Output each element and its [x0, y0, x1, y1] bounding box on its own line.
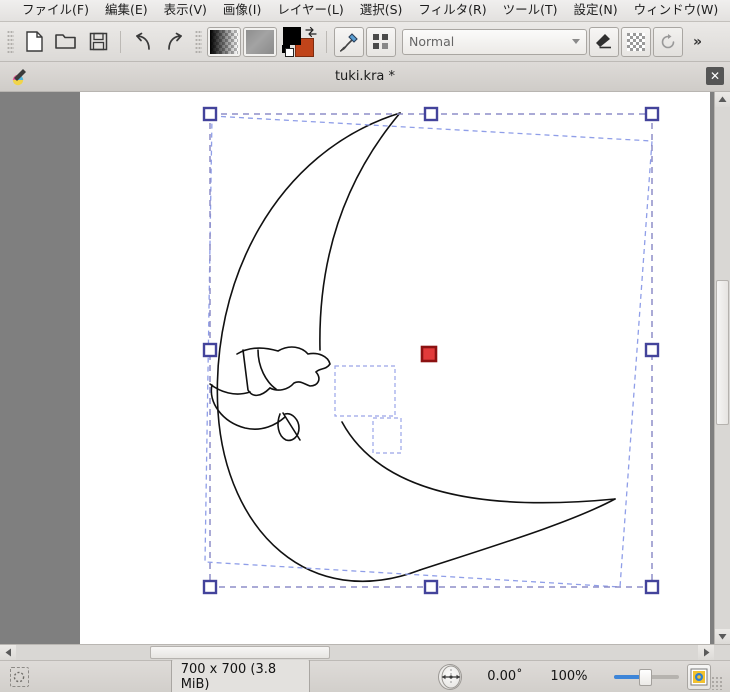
- menu-filter[interactable]: フィルタ(R): [410, 2, 494, 19]
- new-document-icon: [25, 31, 43, 52]
- artwork-and-transform-overlay: [202, 106, 660, 595]
- handle-bottom-center: [423, 579, 439, 595]
- reload-preset-button[interactable]: [653, 26, 683, 57]
- handle-top-center: [423, 106, 439, 122]
- toolbar-grip[interactable]: [7, 29, 14, 54]
- scroll-up-arrow-icon[interactable]: [715, 92, 730, 107]
- horizontal-scrollbar[interactable]: [0, 644, 730, 660]
- zoom-slider-handle[interactable]: [638, 668, 652, 686]
- redo-button[interactable]: [160, 27, 190, 57]
- document-tab-title[interactable]: tuki.kra *: [0, 69, 730, 84]
- eraser-mode-button[interactable]: [589, 26, 619, 57]
- handle-top-right: [644, 106, 660, 122]
- scrollbar-corner: [714, 645, 730, 660]
- menu-image[interactable]: 画像(I): [215, 2, 269, 19]
- menu-file[interactable]: ファイル(F): [14, 2, 97, 19]
- blending-mode-select[interactable]: Normal: [402, 28, 587, 55]
- vertical-scrollbar[interactable]: [714, 92, 730, 644]
- gradient-chooser-button[interactable]: [207, 26, 241, 57]
- scroll-right-arrow-icon[interactable]: [698, 645, 714, 660]
- rotation-value-label: 0.00˚: [487, 669, 523, 684]
- brush-chooser-grid-icon: [373, 33, 388, 49]
- handle-bottom-left: [202, 579, 218, 595]
- canvas-preview-button[interactable]: [686, 663, 712, 690]
- horizontal-scrollbar-thumb[interactable]: [150, 646, 330, 659]
- toolbar-grip-2[interactable]: [195, 29, 202, 54]
- crescent-moon-with-rabbit-drawing: [209, 112, 616, 582]
- toolbar-separator-2: [326, 30, 327, 53]
- menu-tools[interactable]: ツール(T): [495, 2, 566, 19]
- selection-marching-ants-icon[interactable]: [10, 666, 29, 687]
- main-toolbar: Normal »: [0, 22, 730, 62]
- vertical-scrollbar-thumb[interactable]: [716, 280, 729, 425]
- redo-arrow-icon: [168, 32, 182, 50]
- menu-select[interactable]: 選択(S): [352, 2, 411, 19]
- chevron-down-icon: [572, 39, 580, 44]
- transform-anchor-point: [420, 345, 438, 363]
- handle-bottom-right: [644, 579, 660, 595]
- close-icon[interactable]: ✕: [706, 67, 724, 85]
- foreground-color-swatch[interactable]: [283, 26, 301, 45]
- brush-chooser-button[interactable]: [366, 26, 396, 57]
- window-resize-grip[interactable]: [711, 676, 724, 690]
- handle-top-left: [202, 106, 218, 122]
- brush-preset-icon: [339, 32, 358, 52]
- rabbit-tail-selection-box: [372, 417, 402, 454]
- rabbit-head-selection-box: [334, 365, 396, 417]
- menu-help[interactable]: ヘルプ(H): [726, 2, 730, 19]
- document-tabbar: tuki.kra * ✕: [0, 62, 730, 92]
- menu-view[interactable]: 表示(V): [156, 2, 215, 19]
- zoom-slider[interactable]: [613, 667, 679, 687]
- toolbar-separator-1: [120, 30, 121, 53]
- krita-main-window: ファイル(F) 編集(E) 表示(V) 画像(I) レイヤー(L) 選択(S) …: [0, 0, 730, 692]
- image-size-label: 700 x 700 (3.8 MiB): [170, 658, 310, 692]
- save-document-button[interactable]: [83, 27, 113, 57]
- toolbar-overflow-button[interactable]: »: [687, 34, 708, 50]
- brush-preset-button[interactable]: [334, 26, 364, 57]
- zoom-value-label: 100%: [550, 669, 588, 684]
- alpha-lock-button[interactable]: [621, 26, 651, 57]
- menu-layer[interactable]: レイヤー(L): [269, 2, 351, 19]
- gradient-swatch-icon: [210, 29, 238, 54]
- reset-colors-icon: [282, 44, 294, 57]
- menu-settings[interactable]: 設定(N): [566, 2, 626, 19]
- scroll-left-arrow-icon[interactable]: [0, 645, 16, 660]
- canvas-viewport[interactable]: [0, 92, 714, 644]
- swap-colors-icon: [305, 26, 317, 37]
- blending-mode-value: Normal: [409, 34, 455, 49]
- pattern-swatch-icon: [246, 29, 274, 54]
- canvas-container: [0, 92, 730, 644]
- statusbar: 700 x 700 (3.8 MiB) 0.00˚ 100%: [0, 658, 730, 692]
- undo-button[interactable]: [128, 27, 158, 57]
- open-document-button[interactable]: [51, 27, 81, 57]
- pattern-chooser-button[interactable]: [243, 26, 277, 57]
- open-folder-icon: [55, 34, 76, 49]
- menubar: ファイル(F) 編集(E) 表示(V) 画像(I) レイヤー(L) 選択(S) …: [0, 0, 730, 22]
- undo-arrow-icon: [136, 32, 150, 50]
- new-document-button[interactable]: [19, 27, 49, 57]
- reload-preset-icon: [661, 33, 675, 48]
- document-canvas[interactable]: [80, 92, 710, 644]
- save-floppy-icon: [89, 32, 107, 51]
- canvas-preview-icon: [690, 668, 708, 685]
- handle-middle-right: [644, 342, 660, 358]
- alpha-checkerboard-icon: [627, 32, 645, 51]
- color-selector-widget[interactable]: [281, 26, 319, 58]
- eraser-icon: [596, 33, 611, 48]
- handle-middle-left: [202, 342, 218, 358]
- menu-edit[interactable]: 編集(E): [97, 2, 156, 19]
- menu-window[interactable]: ウィンドウ(W): [626, 2, 727, 19]
- scroll-down-arrow-icon[interactable]: [715, 629, 730, 644]
- canvas-rotation-dial-icon[interactable]: [437, 663, 462, 690]
